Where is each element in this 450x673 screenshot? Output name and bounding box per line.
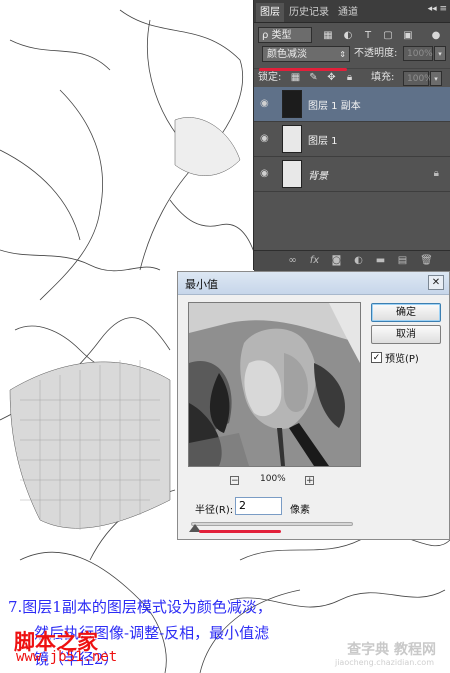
lock-move-icon[interactable]: ✥: [326, 72, 337, 83]
visibility-eye-icon[interactable]: ◉: [260, 134, 272, 144]
trash-icon[interactable]: 🗑︎: [420, 255, 433, 267]
dialog-title: 最小值: [185, 278, 218, 291]
minimum-filter-dialog: 最小值 ✕ 确定 取消 ✓ 预览(P) − 100% + 半径(R): 2 像素: [177, 271, 450, 540]
close-icon[interactable]: ✕: [428, 275, 444, 290]
cancel-button[interactable]: 取消: [371, 325, 441, 344]
ok-button[interactable]: 确定: [371, 303, 441, 322]
panel-menu-icon[interactable]: ◂◂ ≡: [428, 4, 447, 14]
visibility-eye-icon[interactable]: ◉: [260, 169, 272, 179]
layer-row-copy[interactable]: ◉ 图层 1 副本: [254, 87, 450, 122]
adjustment-filter-icon[interactable]: ◐: [342, 30, 354, 41]
opacity-dropdown-icon[interactable]: ▾: [434, 46, 446, 61]
opacity-field[interactable]: 100%: [403, 46, 433, 61]
blend-mode-select[interactable]: 颜色减淡 ⇕: [262, 46, 350, 62]
caption-line-1: 7.图层1副本的图层模式设为颜色减淡，: [8, 598, 272, 616]
group-icon[interactable]: ▬: [374, 255, 387, 267]
fx-icon[interactable]: fx: [308, 255, 321, 267]
layer-name: 图层 1: [308, 136, 338, 147]
lock-icon: 🔒︎: [433, 168, 439, 179]
lock-all-icon[interactable]: 🔒︎: [344, 72, 355, 83]
panel-footer: ∞ fx ◙ ◐ ▬ ▤ 🗑︎: [254, 250, 450, 271]
fill-label: 填充:: [371, 72, 395, 83]
preview-label: 预览(P): [385, 354, 419, 365]
highlight-underline: [259, 68, 347, 71]
blend-mode-value: 颜色减淡: [267, 49, 307, 60]
preview-checkbox[interactable]: ✓: [371, 352, 382, 363]
corner-watermark-url: jiaocheng.chazidian.com: [334, 658, 434, 667]
corner-watermark: 查字典 教程网: [347, 642, 436, 658]
adjustment-icon[interactable]: ◐: [352, 255, 365, 267]
opacity-label: 不透明度:: [354, 48, 398, 59]
tab-channels[interactable]: 通道: [334, 3, 362, 22]
layer-thumbnail: [282, 125, 302, 153]
type-filter-icon[interactable]: T: [362, 30, 374, 41]
layers-panel: 图层 历史记录 通道 ◂◂ ≡ ρ 类型 ▦ ◐ T ▢ ▣ ● 颜色减淡 ⇕ …: [253, 0, 450, 271]
pixel-filter-icon[interactable]: ▦: [322, 30, 334, 41]
lock-transparent-icon[interactable]: ▦: [290, 72, 301, 83]
slider-highlight-underline: [199, 530, 281, 533]
zoom-level: 100%: [260, 474, 286, 484]
radius-slider-track[interactable]: [191, 522, 353, 526]
mask-icon[interactable]: ◙: [330, 255, 343, 267]
radius-input[interactable]: 2: [235, 497, 282, 515]
layer-name: 图层 1 副本: [308, 101, 361, 112]
visibility-eye-icon[interactable]: ◉: [260, 99, 272, 109]
tab-history[interactable]: 历史记录: [286, 3, 332, 22]
zoom-out-button[interactable]: −: [230, 476, 239, 486]
fill-field[interactable]: 100%: [403, 71, 433, 86]
fill-dropdown-icon[interactable]: ▾: [430, 71, 442, 86]
blend-row: 颜色减淡 ⇕ 不透明度: 100% ▾: [258, 46, 447, 64]
filter-preview[interactable]: [188, 302, 361, 467]
filter-row: ρ 类型 ▦ ◐ T ▢ ▣ ●: [258, 27, 447, 45]
layer-row-background[interactable]: ◉ 背景 🔒︎: [254, 157, 450, 192]
preview-image: [189, 303, 360, 466]
zoom-in-button[interactable]: +: [305, 476, 314, 486]
filter-kind-select[interactable]: ρ 类型: [258, 27, 312, 43]
chevron-updown-icon: ⇕: [339, 50, 346, 59]
filter-toggle-icon[interactable]: ●: [430, 30, 442, 41]
smart-object-filter-icon[interactable]: ▣: [402, 30, 414, 41]
panel-tabs: 图层 历史记录 通道 ◂◂ ≡: [254, 0, 450, 23]
layer-thumbnail: [282, 160, 302, 188]
layer-name: 背景: [308, 171, 328, 182]
layer-thumbnail: [282, 90, 302, 118]
new-layer-icon[interactable]: ▤: [396, 255, 409, 267]
watermark-url: www.jb51.net: [16, 649, 118, 665]
lock-label: 锁定:: [258, 72, 282, 83]
radius-label: 半径(R):: [195, 505, 234, 516]
lock-paint-icon[interactable]: ✎: [308, 72, 319, 83]
shape-filter-icon[interactable]: ▢: [382, 30, 394, 41]
tab-layers[interactable]: 图层: [256, 3, 284, 22]
link-icon[interactable]: ∞: [286, 255, 299, 267]
dialog-titlebar[interactable]: 最小值 ✕: [178, 272, 449, 295]
radius-unit: 像素: [290, 505, 310, 516]
layer-row-1[interactable]: ◉ 图层 1: [254, 122, 450, 157]
